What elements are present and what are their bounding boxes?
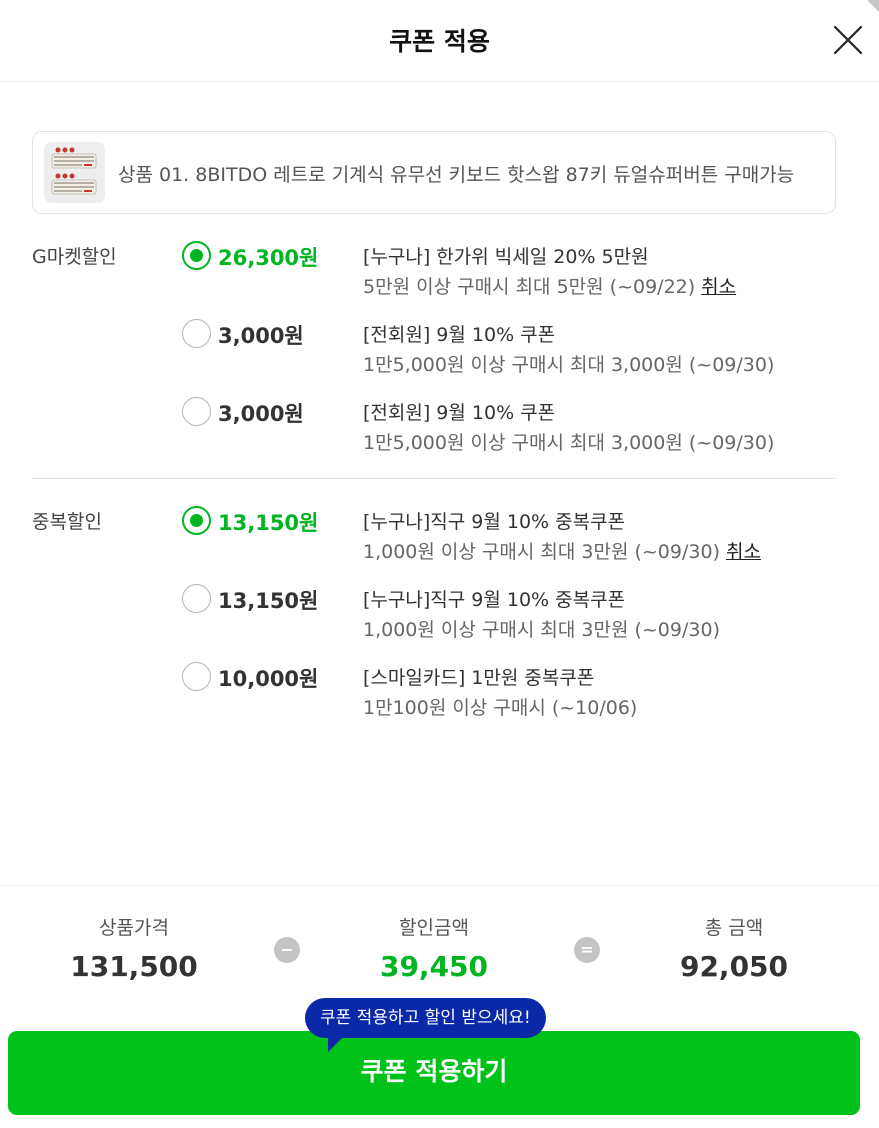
discount-value: 39,450	[379, 950, 489, 983]
coupon-title: [누구나] 한가위 빅세일 20% 5만원	[363, 246, 649, 268]
cancel-coupon-link[interactable]: 취소	[726, 541, 761, 563]
discount-label: 할인금액	[399, 917, 469, 939]
radio-unchecked-icon[interactable]	[182, 319, 211, 348]
modal-header: 쿠폰 적용	[0, 0, 879, 82]
coupon-title: [누구나]직구 9월 10% 중복쿠폰	[363, 589, 626, 611]
summary-divider	[0, 885, 879, 886]
coupon-description: 1,000원 이상 구매시 최대 3만원 (~09/30)	[363, 619, 720, 641]
radio-checked-icon[interactable]	[182, 241, 211, 270]
total-value: 92,050	[679, 950, 789, 983]
price-summary: 상품가격 131,500	[34, 913, 234, 983]
product-card: 상품 01. 8BITDO 레트로 기계식 유무선 키보드 핫스왑 87키 듀얼…	[32, 131, 836, 214]
coupon-amount: 26,300원	[218, 246, 319, 270]
coupon-option[interactable]: 26,300원 [누구나] 한가위 빅세일 20% 5만원 5만원 이상 구매시…	[32, 241, 836, 312]
product-thumbnail	[44, 142, 105, 203]
price-value: 131,500	[70, 950, 198, 983]
close-icon	[833, 25, 863, 55]
coupon-condition: 5만원 이상 구매시 최대 5만원 (~09/22)	[363, 276, 696, 298]
total-summary: 총 금액 92,050	[634, 913, 834, 983]
coupon-amount: 3,000원	[218, 402, 304, 426]
coupon-description: 1만100원 이상 구매시 (~10/06)	[363, 697, 638, 719]
close-button[interactable]	[830, 22, 866, 58]
cancel-coupon-link[interactable]: 취소	[701, 276, 736, 298]
price-label: 상품가격	[99, 917, 169, 939]
coupon-title: [전회원] 9월 10% 쿠폰	[363, 324, 556, 346]
coupon-option[interactable]: 13,150원 [누구나]직구 9월 10% 중복쿠폰 1,000원 이상 구매…	[32, 584, 836, 655]
apply-coupon-button[interactable]: 쿠폰 적용하기	[8, 1031, 860, 1115]
modal-title: 쿠폰 적용	[389, 27, 490, 56]
equals-icon: =	[574, 937, 600, 963]
keyboard-image	[44, 142, 105, 203]
coupon-amount: 13,150원	[218, 589, 319, 613]
radio-unchecked-icon[interactable]	[182, 662, 211, 691]
minus-icon: −	[274, 937, 300, 963]
coupon-option[interactable]: 3,000원 [전회원] 9월 10% 쿠폰 1만5,000원 이상 구매시 최…	[32, 397, 836, 468]
coupon-title: [누구나]직구 9월 10% 중복쿠폰	[363, 511, 626, 533]
coupon-description: 1,000원 이상 구매시 최대 3만원 (~09/30) 취소	[363, 537, 761, 564]
coupon-description: 5만원 이상 구매시 최대 5만원 (~09/22) 취소	[363, 272, 736, 299]
coupon-amount: 13,150원	[218, 511, 319, 535]
total-label: 총 금액	[704, 917, 764, 939]
section-divider	[32, 478, 836, 479]
radio-checked-icon[interactable]	[182, 506, 211, 535]
apply-tooltip: 쿠폰 적용하고 할인 받으세요!	[305, 998, 546, 1038]
coupon-title: [스마일카드] 1만원 중복쿠폰	[363, 667, 595, 689]
coupon-option[interactable]: 10,000원 [스마일카드] 1만원 중복쿠폰 1만100원 이상 구매시 (…	[32, 662, 836, 733]
coupon-option[interactable]: 3,000원 [전회원] 9월 10% 쿠폰 1만5,000원 이상 구매시 최…	[32, 319, 836, 390]
coupon-amount: 3,000원	[218, 324, 304, 348]
window-corner	[867, 0, 879, 12]
product-name: 상품 01. 8BITDO 레트로 기계식 유무선 키보드 핫스왑 87키 듀얼…	[118, 164, 795, 186]
coupon-option[interactable]: 13,150원 [누구나]직구 9월 10% 중복쿠폰 1,000원 이상 구매…	[32, 506, 836, 577]
discount-summary: 할인금액 39,450	[334, 913, 534, 983]
tooltip-tail	[328, 1034, 346, 1052]
coupon-condition: 1,000원 이상 구매시 최대 3만원 (~09/30)	[363, 541, 720, 563]
radio-unchecked-icon[interactable]	[182, 397, 211, 426]
coupon-amount: 10,000원	[218, 667, 319, 691]
radio-unchecked-icon[interactable]	[182, 584, 211, 613]
coupon-title: [전회원] 9월 10% 쿠폰	[363, 402, 556, 424]
coupon-description: 1만5,000원 이상 구매시 최대 3,000원 (~09/30)	[363, 432, 775, 454]
coupon-description: 1만5,000원 이상 구매시 최대 3,000원 (~09/30)	[363, 354, 775, 376]
